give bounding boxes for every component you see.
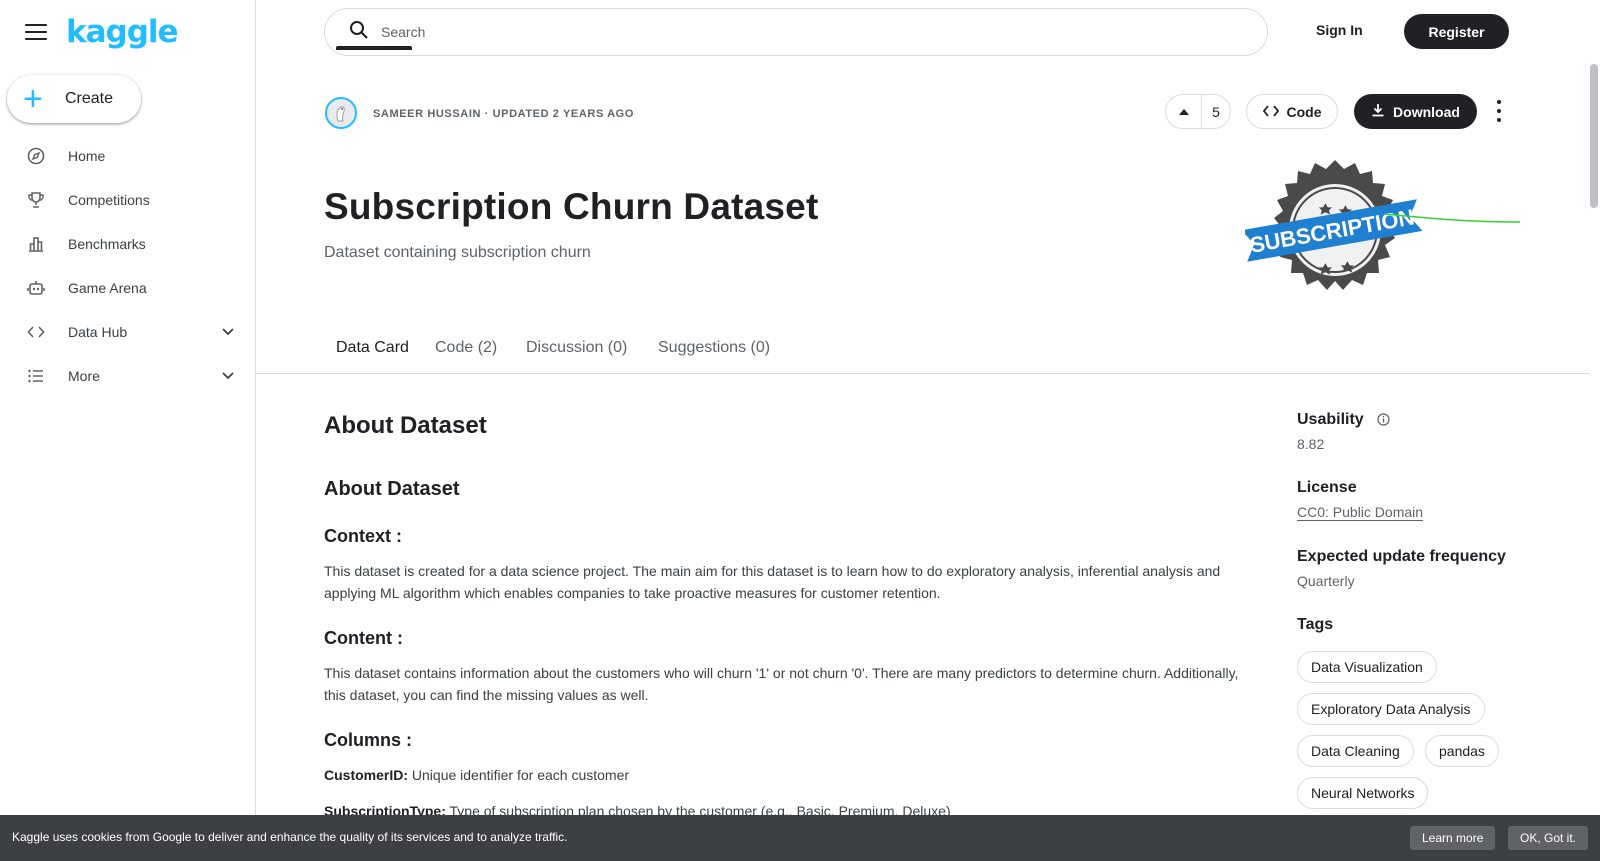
sidebar-item-label: Competitions: [68, 192, 150, 208]
sidebar-item-competitions[interactable]: Competitions: [0, 180, 256, 220]
register-button[interactable]: Register: [1404, 14, 1509, 49]
list-icon: [26, 366, 46, 386]
search-input[interactable]: [381, 24, 1241, 40]
scrollbar-thumb[interactable]: [1590, 64, 1598, 208]
code-icon: [1262, 104, 1279, 120]
trophy-icon: [26, 190, 46, 210]
sidebar-item-label: More: [68, 368, 100, 384]
robot-icon: [26, 278, 46, 298]
compass-icon: [26, 146, 46, 166]
page-subtitle: Dataset containing subscription churn: [324, 244, 591, 261]
sidebar-item-label: Data Hub: [68, 324, 128, 340]
context-text: This dataset is created for a data scien…: [324, 563, 1221, 601]
sidebar: kaggle + Create Home Competitions Benchm…: [0, 0, 256, 861]
sidebar-item-label: Benchmarks: [68, 236, 146, 252]
plus-icon: +: [23, 80, 43, 118]
content-heading: Content :: [324, 628, 403, 648]
vote-count: 5: [1212, 103, 1220, 120]
usability-label: Usability: [1297, 411, 1364, 428]
tab-discussion[interactable]: Discussion (0): [526, 339, 627, 357]
subsection-heading: About Dataset: [324, 478, 460, 500]
code-label: Code: [1286, 103, 1322, 120]
sidebar-item-benchmarks[interactable]: Benchmarks: [0, 224, 256, 264]
cookie-text: Kaggle uses cookies from Google to deliv…: [12, 830, 568, 844]
license-label: License: [1297, 479, 1357, 496]
sidebar-item-home[interactable]: Home: [0, 136, 256, 176]
frequency-label: Expected update frequency: [1297, 548, 1506, 565]
more-options-icon[interactable]: [1494, 100, 1504, 122]
sidebar-item-label: Home: [68, 148, 106, 164]
bar-chart-icon: [26, 234, 46, 254]
context-heading: Context :: [324, 526, 402, 546]
chevron-down-icon[interactable]: [222, 323, 234, 341]
tag-chip[interactable]: Exploratory Data Analysis: [1297, 693, 1485, 725]
sidebar-item-data-hub[interactable]: Data Hub: [0, 312, 256, 352]
usability-value: 8.82: [1297, 436, 1325, 452]
vote-widget: 5: [1165, 94, 1231, 129]
column-name: CustomerID:: [324, 767, 409, 783]
info-icon[interactable]: [1377, 413, 1390, 431]
menu-icon[interactable]: [25, 24, 47, 40]
column-desc: Unique identifier for each customer: [411, 767, 630, 783]
column-row: CustomerID: Unique identifier for each c…: [324, 764, 1262, 786]
create-label: Create: [65, 90, 114, 107]
cookie-banner: Kaggle uses cookies from Google to deliv…: [0, 815, 1600, 861]
sidebar-item-label: Game Arena: [68, 280, 147, 296]
download-button[interactable]: Download: [1354, 94, 1477, 129]
sidebar-item-more[interactable]: More: [0, 356, 256, 396]
download-label: Download: [1393, 103, 1460, 120]
frequency-value: Quarterly: [1297, 573, 1355, 589]
tag-chip[interactable]: Data Visualization: [1297, 651, 1437, 683]
section-heading: About Dataset: [324, 412, 487, 439]
learn-more-button[interactable]: Learn more: [1410, 826, 1496, 850]
chevron-down-icon[interactable]: [222, 367, 234, 385]
tag-chip[interactable]: Neural Networks: [1297, 777, 1429, 809]
owner-meta: SAMEER HUSSAIN · UPDATED 2 YEARS AGO: [373, 108, 634, 120]
code-button[interactable]: Code: [1246, 94, 1338, 129]
tag-chip[interactable]: Data Cleaning: [1297, 735, 1414, 767]
upvote-button[interactable]: [1166, 95, 1202, 128]
tab-data-card[interactable]: Data Card: [336, 339, 409, 357]
tab-code[interactable]: Code (2): [435, 339, 497, 357]
code-icon: [26, 322, 46, 342]
sidebar-item-game-arena[interactable]: Game Arena: [0, 268, 256, 308]
content-text: This dataset contains information about …: [324, 665, 1239, 703]
tags-label: Tags: [1297, 616, 1334, 633]
sign-in-button[interactable]: Sign In: [1316, 22, 1363, 38]
tab-suggestions[interactable]: Suggestions (0): [658, 339, 770, 357]
tab-bar: Data Card Code (2) Discussion (0) Sugges…: [256, 322, 1590, 374]
active-tab-indicator: [336, 46, 412, 50]
tag-chip[interactable]: pandas: [1425, 735, 1499, 767]
accept-cookies-button[interactable]: OK, Got it.: [1508, 826, 1589, 850]
search-icon: [349, 20, 369, 45]
kaggle-logo[interactable]: kaggle: [66, 14, 179, 50]
columns-heading: Columns :: [324, 730, 412, 750]
license-link[interactable]: CC0: Public Domain: [1297, 504, 1424, 521]
dataset-thumbnail: SUBSCRIPTION: [1245, 160, 1521, 290]
download-icon: [1371, 103, 1385, 120]
search-bar[interactable]: [324, 8, 1268, 56]
create-button[interactable]: + Create: [7, 75, 141, 123]
avatar[interactable]: [325, 97, 357, 129]
page-title: Subscription Churn Dataset: [324, 186, 819, 227]
